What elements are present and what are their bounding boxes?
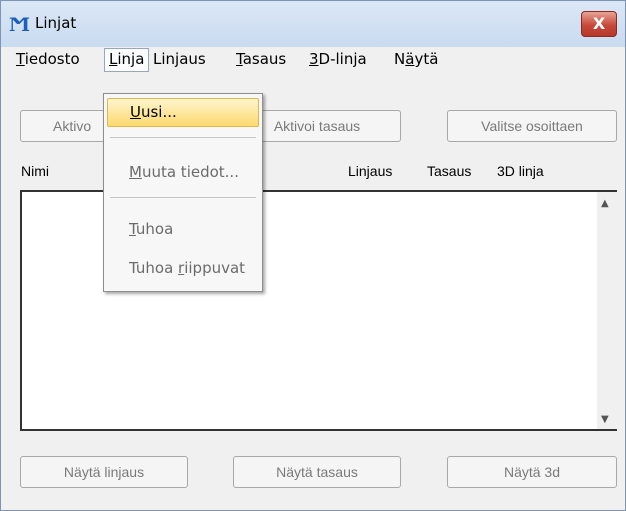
menu-item-tuhoa-label: uhoa: [135, 220, 174, 238]
menu-separator: [110, 137, 256, 138]
menu-item-muuta-tiedot-label: uuta tiedot...: [141, 163, 239, 181]
menu-3d-linja-accel: 3: [309, 50, 319, 68]
menu-item-muuta-tiedot-accel: M: [129, 163, 142, 181]
menu-bar: Tiedosto Linja Linjaus Tasaus 3D-linja N…: [1, 47, 625, 72]
window-title: Linjat: [35, 14, 77, 32]
scroll-down-icon[interactable]: ▼: [601, 414, 609, 425]
menu-3d-linja-label: D-linja: [318, 50, 367, 68]
menu-item-muuta-tiedot[interactable]: Muuta tiedot...: [107, 158, 259, 187]
menu-3d-linja[interactable]: 3D-linja: [305, 50, 371, 72]
linja-dropdown-menu: Uusi... Muuta tiedot... Tuhoa Tuhoa riip…: [103, 93, 263, 292]
menu-tiedosto-label: iedosto: [24, 50, 80, 68]
title-bar[interactable]: Ϻ Linjat X: [1, 1, 625, 47]
menu-nayta[interactable]: Näytä: [390, 50, 442, 72]
nayta-tasaus-button[interactable]: Näytä tasaus: [233, 456, 401, 488]
menu-tasaus-label: asaus: [242, 50, 287, 68]
menu-nayta-label: ytä: [414, 50, 439, 68]
menu-linja-label: inja: [117, 50, 145, 68]
menu-item-tuhoa-riippuvat-label: iippuvat: [184, 259, 246, 277]
menu-linja[interactable]: Linja: [104, 48, 150, 72]
menu-tasaus-accel: T: [236, 50, 243, 68]
menu-linjaus-label: aus: [179, 50, 206, 68]
column-header-linjaus[interactable]: Linjaus: [348, 163, 392, 179]
menu-tiedosto[interactable]: Tiedosto: [12, 50, 84, 72]
column-header-nimi[interactable]: Nimi: [21, 163, 49, 179]
menu-tasaus[interactable]: Tasaus: [232, 50, 290, 72]
scroll-up-icon[interactable]: ▲: [601, 198, 609, 209]
menu-item-tuhoa-riippuvat[interactable]: Tuhoa riippuvat: [107, 254, 259, 283]
menu-item-uusi-accel: U: [130, 103, 141, 121]
menu-tiedosto-accel: T: [16, 50, 25, 68]
menu-linjaus[interactable]: Linjaus: [149, 50, 210, 72]
menu-linjaus-pre: Lin: [153, 50, 176, 68]
linjat-app-icon: Ϻ: [9, 14, 31, 36]
menu-separator: [110, 197, 256, 198]
valitse-osoittaen-button[interactable]: Valitse osoittaen: [447, 110, 617, 142]
nayta-linjaus-button[interactable]: Näytä linjaus: [20, 456, 188, 488]
column-header-tasaus[interactable]: Tasaus: [427, 163, 471, 179]
menu-nayta-pre: N: [394, 50, 406, 68]
column-header-3d-linja[interactable]: 3D linja: [497, 163, 544, 179]
menu-item-tuhoa-accel: T: [129, 220, 136, 238]
menu-item-uusi-label: usi...: [140, 103, 177, 121]
menu-item-tuhoa[interactable]: Tuhoa: [107, 215, 259, 244]
menu-item-tuhoa-riippuvat-pre: Tuhoa: [129, 259, 179, 277]
vertical-scrollbar[interactable]: ▲ ▼: [597, 190, 617, 431]
close-button[interactable]: X: [581, 11, 617, 37]
nayta-3d-button[interactable]: Näytä 3d: [447, 456, 617, 488]
linjat-window: Ϻ Linjat X Tiedosto Linja Linjaus Tasaus…: [0, 0, 626, 511]
menu-item-uusi[interactable]: Uusi...: [107, 98, 259, 127]
